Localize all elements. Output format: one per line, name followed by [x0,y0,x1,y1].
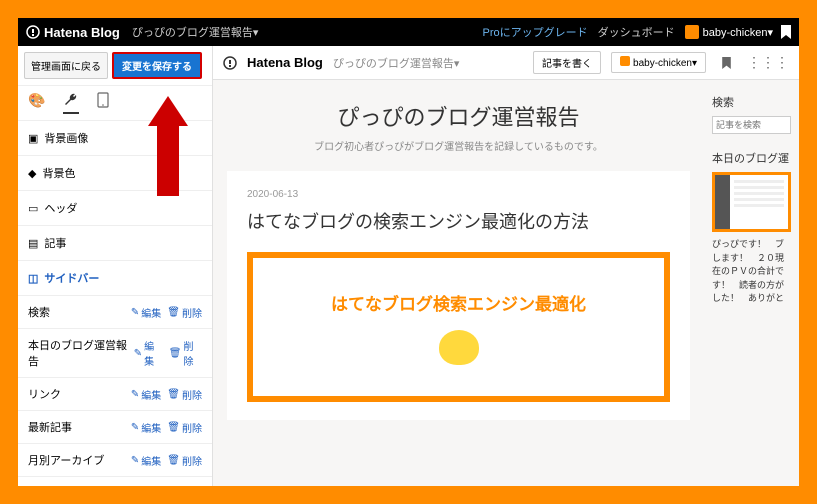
module-item[interactable]: リンク ✎編集 🗑削除 [18,378,212,411]
design-tabs: 🎨 [18,86,212,121]
hatena-icon [26,25,40,39]
preview-blogname[interactable]: ぴっぴのブログ運営報告▾ [333,55,460,71]
delete-link[interactable]: 🗑削除 [167,486,202,487]
edit-link[interactable]: ✎編集 [131,453,161,468]
edit-link[interactable]: ✎編集 [131,486,161,487]
design-sidebar: 管理画面に戻る 変更を保存する 🎨 ▣背景画像 ◆背景色 ▭ヘッダ ▤記事 ◫サ… [18,46,213,486]
article-image: はてなブログ検索エンジン最適化 [247,252,670,402]
mobile-tab-icon[interactable] [97,92,109,114]
module-label: 検索 [28,304,50,320]
module-label: 最新記事 [28,419,72,435]
preview-pane: Hatena Blog ぴっぴのブログ運営報告▾ 記事を書く baby-chic… [213,46,799,486]
delete-link[interactable]: 🗑削除 [167,305,202,320]
search-widget: 検索 [712,94,791,134]
edit-link[interactable]: ✎編集 [131,420,161,435]
blog-description: ブログ初心者ぴっぴがブログ運営報告を記録しているものです。 [213,138,704,171]
sidebar-icon: ◫ [28,272,38,285]
delete-link[interactable]: 🗑削除 [169,338,202,368]
bookmark-icon[interactable] [722,57,731,69]
image-caption: はてなブログ検索エンジン最適化 [331,290,586,315]
section-sidebar[interactable]: ◫サイドバー [18,261,212,296]
preview-user-menu[interactable]: baby-chicken▾ [611,52,706,73]
section-article[interactable]: ▤記事 [18,226,212,261]
delete-link[interactable]: 🗑削除 [167,387,202,402]
username-label: baby-chicken▾ [703,26,773,39]
module-item[interactable]: 検索 ✎編集 🗑削除 [18,296,212,329]
section-bgimage[interactable]: ▣背景画像 [18,121,212,156]
module-item[interactable]: 月別アーカイブ ✎編集 🗑削除 [18,444,212,477]
article-card: 2020-06-13 はてなブログの検索エンジン最適化の方法 はてなブログ検索エ… [227,171,690,420]
wrench-tab-icon[interactable] [63,92,79,114]
module-item[interactable]: 最新記事 ✎編集 🗑削除 [18,411,212,444]
hatena-logo[interactable]: Hatena Blog [26,25,120,40]
edit-link[interactable]: ✎編集 [134,338,163,368]
dashboard-link[interactable]: ダッシュボード [598,24,675,40]
widget-title: 検索 [712,94,791,110]
section-bgcolor[interactable]: ◆背景色 [18,156,212,191]
article-icon: ▤ [28,237,38,250]
blog-selector[interactable]: ぴっぴのブログ運営報告▾ [132,24,259,40]
preview-header: Hatena Blog ぴっぴのブログ運営報告▾ 記事を書く baby-chic… [213,46,799,80]
article-title[interactable]: はてなブログの検索エンジン最適化の方法 [247,208,670,234]
module-label: リンク [28,386,61,402]
edit-link[interactable]: ✎編集 [131,305,161,320]
preview-sidebar: 検索 本日のブログ運 ぴっぴです！ ブします！ ２０現在のＰＶの合計です！ 読者… [704,80,799,486]
avatar-icon [685,25,699,39]
widget-thumbnail[interactable] [712,172,791,232]
module-item[interactable]: プロフィール ✎編集 🗑削除 [18,477,212,486]
delete-link[interactable]: 🗑削除 [167,453,202,468]
bookmark-icon[interactable] [781,25,791,39]
global-topbar: Hatena Blog ぴっぴのブログ運営報告▾ Proにアップグレード ダッシ… [18,18,799,46]
user-menu[interactable]: baby-chicken▾ [685,25,773,39]
module-label: 本日のブログ運営報告 [28,337,134,369]
delete-link[interactable]: 🗑削除 [167,420,202,435]
grid-icon[interactable]: ⋮⋮⋮ [747,54,789,71]
write-button[interactable]: 記事を書く [533,51,601,74]
widget-text: ぴっぴです！ ブします！ ２０現在のＰＶの合計です！ 読者の方がした！ ありがと [712,238,791,306]
blog-title[interactable]: ぴっぴのブログ運営報告 [213,80,704,138]
module-item[interactable]: 本日のブログ運営報告 ✎編集🗑削除 [18,329,212,378]
color-icon: ◆ [28,167,36,180]
hatena-icon [223,56,237,70]
section-header[interactable]: ▭ヘッダ [18,191,212,226]
edit-link[interactable]: ✎編集 [131,387,161,402]
palette-tab-icon[interactable]: 🎨 [28,92,45,114]
image-icon: ▣ [28,132,38,145]
report-widget: 本日のブログ運 ぴっぴです！ ブします！ ２０現在のＰＶの合計です！ 読者の方が… [712,150,791,306]
widget-title: 本日のブログ運 [712,150,791,166]
module-label: プロフィール [28,485,94,486]
brand-label: Hatena Blog [44,25,120,40]
preview-brand[interactable]: Hatena Blog [247,55,323,70]
back-button[interactable]: 管理画面に戻る [24,52,108,79]
search-input[interactable] [712,116,791,134]
article-date: 2020-06-13 [247,189,670,200]
module-label: 月別アーカイブ [28,452,104,468]
save-button[interactable]: 変更を保存する [112,52,202,79]
header-icon: ▭ [28,202,38,215]
pro-upgrade-link[interactable]: Proにアップグレード [483,24,588,40]
chick-illustration [434,325,484,365]
